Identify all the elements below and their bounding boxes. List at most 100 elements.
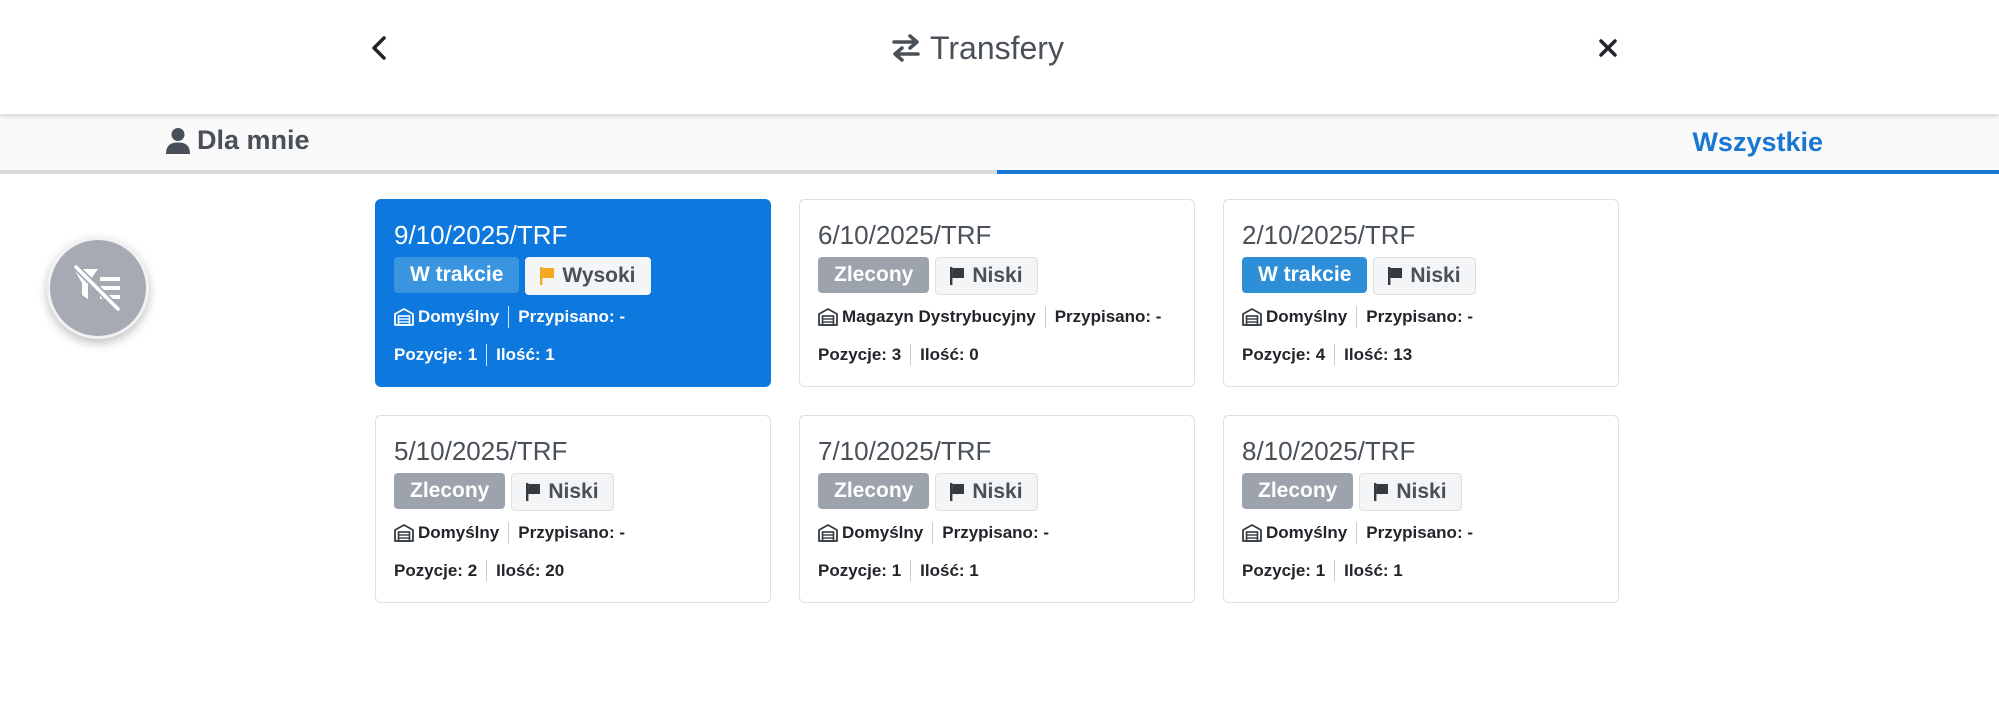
divider: [508, 306, 510, 328]
transfer-card[interactable]: 8/10/2025/TRF Zlecony Niski Domyślny Przypis…: [1223, 415, 1619, 603]
priority-label: Niski: [972, 480, 1023, 503]
filter-off-icon: [73, 264, 121, 312]
positions-count: Pozycje: 1: [394, 345, 478, 364]
flag-icon: [1388, 267, 1403, 285]
badge-group: W trakcie Wysoki: [394, 257, 657, 295]
badge-group: Zlecony Niski: [394, 473, 620, 511]
warehouse-name: Domyślny: [418, 307, 500, 326]
priority-label: Wysoki: [562, 264, 636, 287]
warehouse-row: Magazyn Dystrybucyjny Przypisano: -: [818, 306, 1161, 328]
warehouse-row: Domyślny Przypisano: -: [394, 306, 625, 328]
close-icon: [1599, 39, 1617, 57]
divider: [1356, 522, 1358, 544]
status-badge: Zlecony: [1242, 473, 1354, 509]
status-badge: W trakcie: [1242, 257, 1368, 293]
positions-count: Pozycje: 1: [818, 561, 902, 580]
warehouse-name: Domyślny: [1266, 523, 1348, 542]
badge-group: Zlecony Niski: [1242, 473, 1468, 511]
priority-label: Niski: [1410, 264, 1461, 287]
status-badge: Zlecony: [818, 473, 930, 509]
tab-wszystkie[interactable]: Wszystkie: [997, 115, 1999, 174]
warehouse-icon: [394, 308, 414, 326]
transfer-number: 9/10/2025/TRF: [394, 220, 568, 250]
tab-label: Wszystkie: [1692, 127, 1823, 157]
warehouse-icon: [1242, 308, 1262, 326]
priority-label: Niski: [972, 264, 1023, 287]
quantity-count: Ilość: 1: [496, 345, 555, 364]
divider: [1044, 306, 1046, 328]
priority-badge: Niski: [1373, 257, 1476, 295]
transfer-number: 5/10/2025/TRF: [394, 436, 568, 466]
divider: [932, 522, 934, 544]
warehouse-row: Domyślny Przypisano: -: [1242, 522, 1473, 544]
tab-bar: Dla mnie Wszystkie: [0, 115, 1999, 174]
quantity-count: Ilość: 20: [496, 561, 565, 580]
transfer-arrows-icon: [892, 34, 920, 62]
warehouse-name: Magazyn Dystrybucyjny: [842, 307, 1036, 326]
summary-row: Pozycje: 1 Ilość: 1: [394, 344, 555, 366]
quantity-count: Ilość: 13: [1344, 345, 1413, 364]
priority-badge: Wysoki: [525, 257, 651, 295]
divider: [910, 344, 912, 366]
warehouse-name: Domyślny: [418, 523, 500, 542]
transfer-card[interactable]: 2/10/2025/TRF W trakcie Niski Domyślny Przyp…: [1223, 199, 1619, 387]
flag-icon: [540, 267, 555, 285]
transfer-card[interactable]: 9/10/2025/TRF W trakcie Wysoki Domyślny Przy…: [375, 199, 771, 387]
positions-count: Pozycje: 2: [394, 561, 478, 580]
transfer-number: 7/10/2025/TRF: [818, 436, 992, 466]
warehouse-icon: [1242, 524, 1262, 542]
page-title-group: Transfery: [890, 26, 1064, 70]
badge-group: W trakcie Niski: [1242, 257, 1482, 295]
assigned-label: Przypisano: -: [1366, 307, 1473, 326]
divider: [486, 344, 488, 366]
assigned-label: Przypisano: -: [518, 307, 625, 326]
assigned-label: Przypisano: -: [1054, 307, 1162, 326]
assigned-label: Przypisano: -: [942, 523, 1049, 542]
app-header: Transfery: [0, 0, 1999, 115]
quantity-count: Ilość: 1: [920, 561, 979, 580]
priority-badge: Niski: [935, 473, 1038, 511]
summary-row: Pozycje: 2 Ilość: 20: [394, 560, 564, 582]
filter-toggle-button[interactable]: [47, 237, 149, 339]
divider: [486, 560, 488, 582]
divider: [1334, 344, 1336, 366]
back-button[interactable]: [360, 28, 400, 68]
user-icon: [166, 127, 190, 154]
summary-row: Pozycje: 1 Ilość: 1: [818, 560, 979, 582]
quantity-count: Ilość: 1: [1344, 561, 1403, 580]
status-badge: Zlecony: [818, 257, 930, 293]
positions-count: Pozycje: 4: [1242, 345, 1326, 364]
close-button[interactable]: [1588, 28, 1628, 68]
chevron-left-icon: [372, 36, 386, 60]
summary-row: Pozycje: 4 Ilość: 13: [1242, 344, 1412, 366]
flag-icon: [950, 483, 965, 501]
divider: [1356, 306, 1358, 328]
warehouse-icon: [394, 524, 414, 542]
flag-icon: [1374, 483, 1389, 501]
summary-row: Pozycje: 3 Ilość: 0: [818, 344, 979, 366]
tab-dla-mnie[interactable]: Dla mnie: [0, 115, 997, 174]
divider: [508, 522, 510, 544]
warehouse-name: Domyślny: [842, 523, 924, 542]
assigned-label: Przypisano: -: [518, 523, 625, 542]
flag-icon: [526, 483, 541, 501]
transfer-card[interactable]: 5/10/2025/TRF Zlecony Niski Domyślny Przypis…: [375, 415, 771, 603]
flag-icon: [950, 267, 965, 285]
transfer-number: 2/10/2025/TRF: [1242, 220, 1416, 250]
tab-label: Dla mnie: [197, 125, 310, 155]
status-badge: Zlecony: [394, 473, 506, 509]
warehouse-row: Domyślny Przypisano: -: [1242, 306, 1473, 328]
transfer-card[interactable]: 6/10/2025/TRF Zlecony Niski Magazyn Dystryb…: [799, 199, 1195, 387]
quantity-count: Ilość: 0: [920, 345, 979, 364]
badge-group: Zlecony Niski: [818, 257, 1044, 295]
transfer-number: 6/10/2025/TRF: [818, 220, 992, 250]
warehouse-name: Domyślny: [1266, 307, 1348, 326]
priority-badge: Niski: [935, 257, 1038, 295]
transfer-card[interactable]: 7/10/2025/TRF Zlecony Niski Domyślny Przypis…: [799, 415, 1195, 603]
priority-badge: Niski: [511, 473, 614, 511]
warehouse-row: Domyślny Przypisano: -: [394, 522, 625, 544]
assigned-label: Przypisano: -: [1366, 523, 1473, 542]
page-title: Transfery: [930, 29, 1064, 66]
warehouse-icon: [818, 524, 838, 542]
positions-count: Pozycje: 3: [818, 345, 902, 364]
